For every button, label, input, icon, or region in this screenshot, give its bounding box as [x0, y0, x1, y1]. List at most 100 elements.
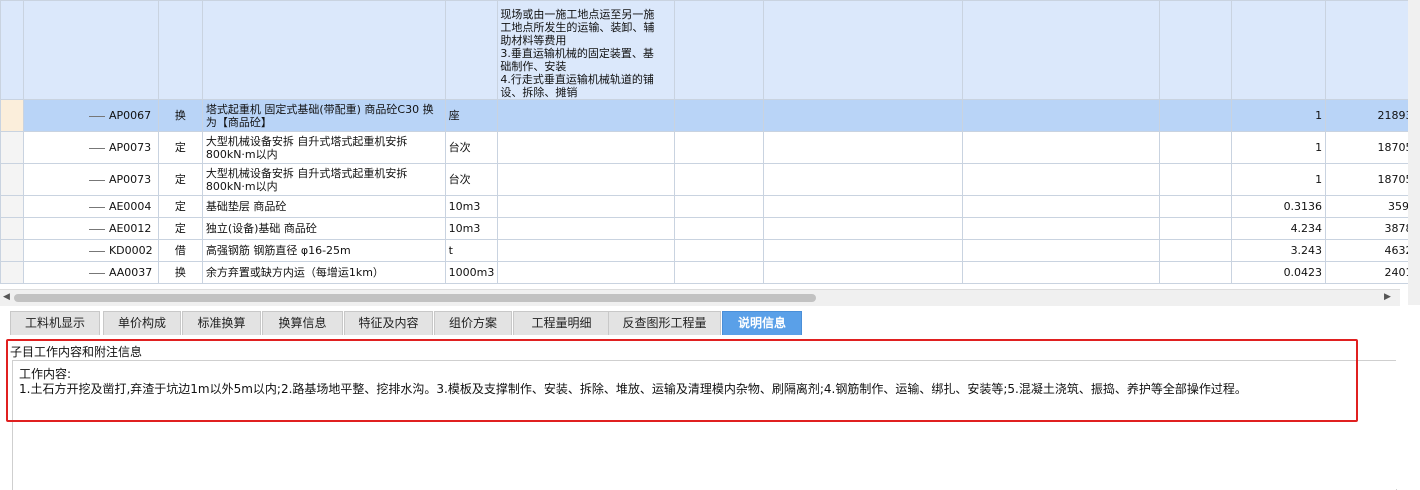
- row-code[interactable]: AP0073: [22, 163, 159, 196]
- row-desc: [497, 163, 675, 196]
- row-type[interactable]: 换: [157, 261, 203, 284]
- row-qty[interactable]: 1: [1231, 163, 1327, 196]
- row-desc: [497, 195, 675, 218]
- row-indicator: [0, 131, 24, 164]
- row-qty[interactable]: 3.243: [1231, 239, 1327, 262]
- row-cell: [1159, 261, 1233, 284]
- tree-line-icon: [88, 206, 105, 208]
- scroll-left-icon[interactable]: ◀: [3, 292, 10, 302]
- row-amount[interactable]: 18705.: [1325, 131, 1420, 164]
- tab-5[interactable]: 特征及内容: [344, 311, 433, 336]
- tree-line-icon: [88, 147, 105, 149]
- row-unit[interactable]: 10m3: [444, 195, 499, 218]
- desc-line: 4.行走式垂直运输机械轨道的铺: [500, 73, 654, 86]
- row-unit[interactable]: 座: [444, 99, 499, 132]
- row-cell: [1159, 131, 1233, 164]
- row-type[interactable]: 换: [157, 99, 203, 132]
- scroll-thumb[interactable]: [14, 294, 816, 302]
- row-cell: [962, 195, 1161, 218]
- row-amount[interactable]: 2401.: [1325, 261, 1420, 284]
- row-cell: [962, 163, 1161, 196]
- row-cell: [673, 163, 764, 196]
- row-unit[interactable]: 台次: [444, 163, 499, 196]
- row-cell: [673, 99, 764, 132]
- code-text: AP0067: [108, 109, 152, 122]
- row-type[interactable]: 定: [157, 163, 203, 196]
- row-cell: [1159, 239, 1233, 262]
- row-code[interactable]: AE0012: [22, 217, 159, 240]
- row-name[interactable]: 大型机械设备安拆 自升式塔式起重机安拆 800kN·m以内: [201, 163, 446, 196]
- row-qty[interactable]: 1: [1231, 131, 1327, 164]
- scroll-right-icon[interactable]: ▶: [1384, 292, 1391, 302]
- row-amount[interactable]: 3878.: [1325, 217, 1420, 240]
- row-code[interactable]: KD0002: [22, 239, 159, 262]
- table-row[interactable]: AE0012 定独立(设备)基础 商品砼 10m3 4.234 3878.: [0, 217, 1420, 240]
- row-cell: [1159, 99, 1233, 132]
- panel-scrollbar[interactable]: [1396, 335, 1420, 489]
- row-type[interactable]: 定: [157, 131, 203, 164]
- row-code[interactable]: AE0004: [22, 195, 159, 218]
- row-amount[interactable]: 3599: [1325, 195, 1420, 218]
- tree-line-icon: [88, 115, 105, 117]
- row-cell: [762, 195, 964, 218]
- code-text: AE0012: [108, 222, 152, 235]
- tab-6[interactable]: 组价方案: [434, 311, 512, 336]
- row-qty[interactable]: 0.3136: [1231, 195, 1327, 218]
- row-cell: [673, 261, 764, 284]
- tab-4[interactable]: 换算信息: [262, 311, 343, 336]
- table-row[interactable]: AE0004 定基础垫层 商品砼 10m3 0.3136 3599: [0, 195, 1420, 218]
- row-desc: [497, 217, 675, 240]
- tab-9[interactable]: 说明信息: [722, 311, 802, 336]
- row-cell: [962, 99, 1161, 132]
- row-cell: [962, 217, 1161, 240]
- grid-vertical-scrollbar[interactable]: [1408, 0, 1420, 305]
- table-row[interactable]: AP0073 定大型机械设备安拆 自升式塔式起重机安拆 800kN·m以内 台次 1 1…: [0, 131, 1420, 164]
- row-code[interactable]: AP0067: [22, 99, 159, 132]
- estimate-table: 现场或由一施工地点运至另一施 工地点所发生的运输、装卸、辅 助材料等费用 3.垂…: [0, 0, 1420, 284]
- row-name[interactable]: 塔式起重机 固定式基础(带配重) 商品砼C30 换为【商品砼】: [201, 99, 446, 132]
- code-text: KD0002: [108, 244, 153, 257]
- table-row[interactable]: KD0002 借高强钢筋 钢筋直径 φ16-25m t 3.243 4632.: [0, 239, 1420, 262]
- row-cell: [1159, 217, 1233, 240]
- tab-1[interactable]: 工料机显示: [10, 311, 100, 336]
- row-unit[interactable]: 10m3: [444, 217, 499, 240]
- row-name[interactable]: 基础垫层 商品砼: [201, 195, 446, 218]
- row-amount[interactable]: 4632.: [1325, 239, 1420, 262]
- row-name[interactable]: 余方弃置或缺方内运（每增运1km）: [201, 261, 446, 284]
- top-row[interactable]: 现场或由一施工地点运至另一施 工地点所发生的运输、装卸、辅 助材料等费用 3.垂…: [0, 0, 1420, 100]
- row-code[interactable]: AP0073: [22, 131, 159, 164]
- row-qty[interactable]: 0.0423: [1231, 261, 1327, 284]
- row-type[interactable]: 定: [157, 217, 203, 240]
- row-qty[interactable]: 1: [1231, 99, 1327, 132]
- row-name[interactable]: 独立(设备)基础 商品砼: [201, 217, 446, 240]
- row-name[interactable]: 高强钢筋 钢筋直径 φ16-25m: [201, 239, 446, 262]
- row-unit[interactable]: 1000m3: [444, 261, 499, 284]
- row-amount[interactable]: 18705.: [1325, 163, 1420, 196]
- row-unit[interactable]: t: [444, 239, 499, 262]
- row-cell: [762, 163, 964, 196]
- tree-line-icon: [88, 179, 105, 181]
- row-name[interactable]: 大型机械设备安拆 自升式塔式起重机安拆 800kN·m以内: [201, 131, 446, 164]
- tree-line-icon: [88, 228, 105, 230]
- tab-2[interactable]: 单价构成: [103, 311, 181, 336]
- tree-line-icon: [88, 250, 105, 252]
- row-type[interactable]: 借: [157, 239, 203, 262]
- row-amount[interactable]: 21893.: [1325, 99, 1420, 132]
- table-row[interactable]: AP0073 定大型机械设备安拆 自升式塔式起重机安拆 800kN·m以内 台次 1 1…: [0, 163, 1420, 196]
- highlight-box: [6, 339, 1358, 422]
- row-code[interactable]: AA0037: [22, 261, 159, 284]
- row-unit[interactable]: 台次: [444, 131, 499, 164]
- tab-3[interactable]: 标准换算: [182, 311, 261, 336]
- row-qty[interactable]: 4.234: [1231, 217, 1327, 240]
- row-cell: [962, 239, 1161, 262]
- code-text: AA0037: [108, 266, 153, 279]
- tab-8[interactable]: 反查图形工程量: [608, 311, 721, 336]
- tab-7[interactable]: 工程量明细: [513, 311, 610, 336]
- row-type[interactable]: 定: [157, 195, 203, 218]
- grid-horizontal-scrollbar[interactable]: ◀ ▶: [0, 289, 1400, 306]
- row-desc: [497, 99, 675, 132]
- code-text: AP0073: [108, 173, 152, 186]
- table-row[interactable]: AP0067 换塔式起重机 固定式基础(带配重) 商品砼C30 换为【商品砼】座 1…: [0, 99, 1420, 132]
- desc-line: 础制作、安装: [500, 60, 567, 73]
- table-row[interactable]: AA0037 换余方弃置或缺方内运（每增运1km） 1000m3 0.0423 2401…: [0, 261, 1420, 284]
